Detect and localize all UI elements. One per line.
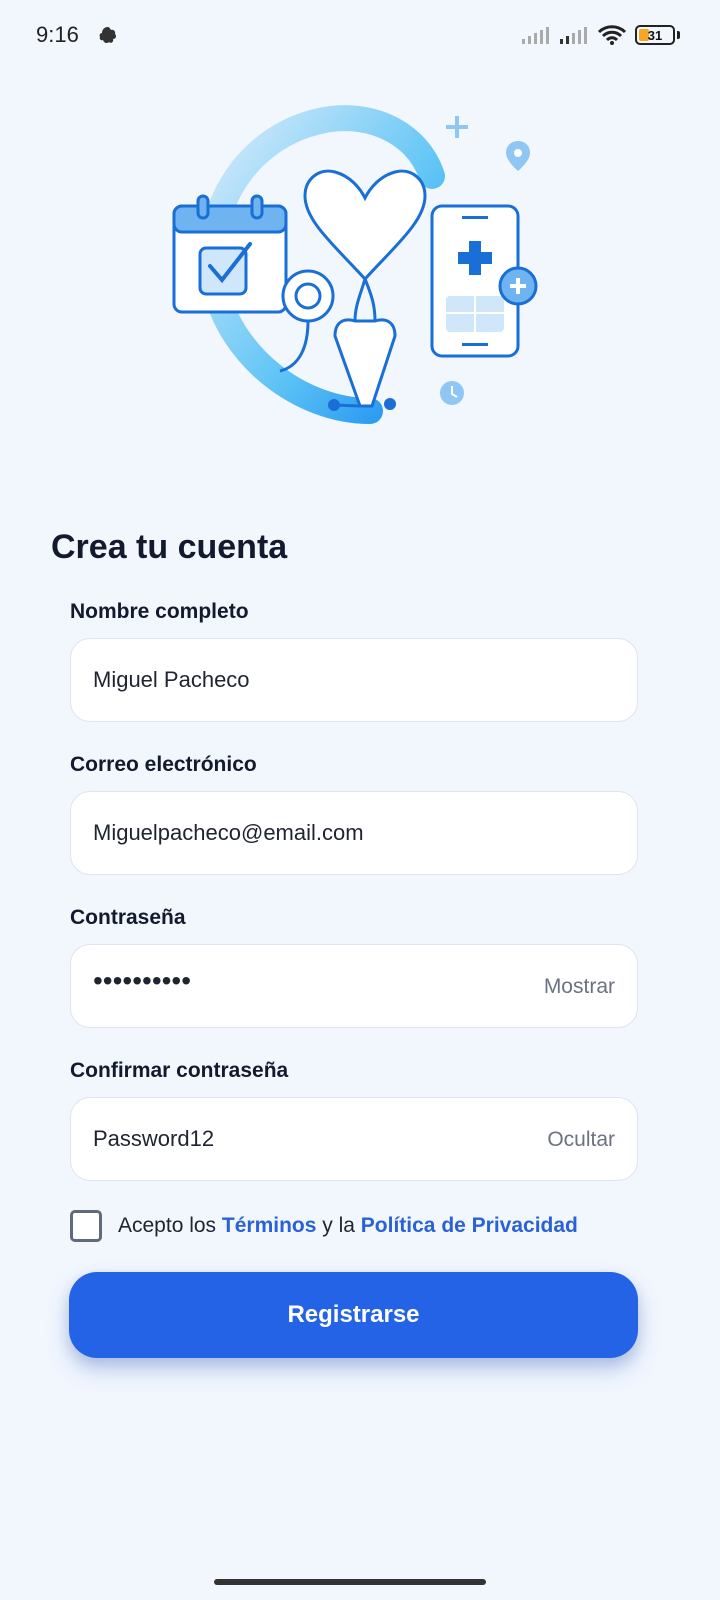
confirm-password-label: Confirmar contraseña	[70, 1059, 289, 1082]
confirm-password-value: Password12	[93, 1126, 215, 1151]
phone-medical-icon	[430, 204, 538, 358]
home-indicator[interactable]	[214, 1579, 486, 1585]
email-field[interactable]: Miguelpacheco@email.com	[70, 791, 638, 875]
password-field[interactable]: •••••••••• Mostrar	[70, 944, 638, 1028]
page-title: Crea tu cuenta	[51, 528, 288, 566]
status-time: 9:16	[36, 22, 79, 47]
calendar-icon	[172, 194, 288, 314]
terms-checkbox[interactable]	[70, 1210, 102, 1242]
battery-icon: 31	[635, 25, 675, 45]
password-label: Contraseña	[70, 906, 186, 929]
clock-icon	[440, 381, 464, 405]
signal-icon	[560, 27, 587, 44]
hide-password-button[interactable]: Ocultar	[547, 1128, 615, 1152]
confirm-password-field[interactable]: Password12 Ocultar	[70, 1097, 638, 1181]
terms-link[interactable]: Términos	[222, 1214, 317, 1237]
full-name-value: Miguel Pacheco	[93, 667, 250, 692]
full-name-field[interactable]: Miguel Pacheco	[70, 638, 638, 722]
terms-row: Acepto los Términos y la Política de Pri…	[70, 1210, 578, 1242]
password-value: ••••••••••	[93, 965, 192, 996]
terms-middle: y la	[316, 1214, 361, 1237]
heart-icon	[303, 169, 427, 282]
wifi-icon	[597, 25, 627, 45]
status-bar: 9:16 31	[0, 0, 720, 72]
full-name-label: Nombre completo	[70, 600, 249, 623]
plus-icon	[446, 116, 468, 138]
status-icons: 31	[521, 24, 680, 46]
signal-icon	[522, 27, 549, 44]
location-pin-icon	[506, 141, 530, 171]
email-value: Miguelpacheco@email.com	[93, 820, 364, 845]
stethoscope-icon	[279, 169, 427, 411]
terms-prefix: Acepto los	[118, 1214, 222, 1237]
privacy-link[interactable]: Política de Privacidad	[361, 1214, 578, 1237]
email-label: Correo electrónico	[70, 753, 257, 776]
medical-illustration	[172, 105, 538, 424]
terms-text: Acepto los Términos y la Política de Pri…	[118, 1214, 578, 1238]
battery-level: 31	[647, 27, 663, 43]
register-button[interactable]: Registrarse	[69, 1272, 638, 1358]
notification-icon	[96, 24, 120, 53]
show-password-button[interactable]: Mostrar	[544, 975, 615, 999]
